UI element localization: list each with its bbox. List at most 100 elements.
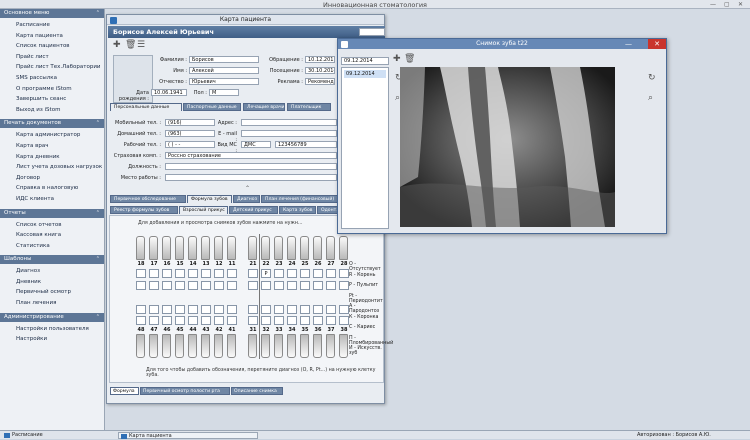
xray-image[interactable] [400, 67, 615, 227]
tooth-cell[interactable] [274, 316, 284, 325]
sidebar-item[interactable]: Завершить сеанс [0, 94, 104, 105]
tooth-cell[interactable] [214, 316, 224, 325]
tooth-cell[interactable] [188, 281, 198, 290]
sidebar-section-header[interactable]: Основное меню ⌃ [0, 9, 104, 18]
tooth[interactable] [201, 334, 210, 358]
tooth[interactable] [136, 236, 145, 260]
sidebar-item[interactable]: Список отчетов [0, 220, 104, 231]
sidebar-item[interactable]: SMS рассылка [0, 73, 104, 84]
tab-top-tabs[interactable]: Персональные данные [110, 103, 182, 111]
tooth-cell[interactable] [201, 281, 211, 290]
task-patient-card[interactable]: Карта пациента [118, 432, 258, 439]
tooth-cell[interactable] [261, 305, 271, 314]
tooth[interactable] [214, 236, 223, 260]
tooth[interactable] [227, 236, 236, 260]
tooth[interactable] [261, 334, 270, 358]
work-phone-field[interactable]: ( ) - - [165, 141, 215, 148]
tooth[interactable] [248, 236, 257, 260]
sidebar-item[interactable]: О программе iStom [0, 84, 104, 95]
sidebar-item[interactable]: Расписание [0, 20, 104, 31]
tab-mid-tabs[interactable]: Первичное обследование [110, 195, 186, 203]
tab-bottom-tabs[interactable]: Первичный осмотр полости рта [140, 387, 230, 395]
sidebar-item[interactable]: Диагноз [0, 266, 104, 277]
tooth-cell[interactable] [248, 269, 258, 278]
date-select[interactable]: 09.12.2014 [341, 57, 389, 65]
tooth-cell[interactable] [339, 281, 349, 290]
tooth[interactable] [326, 334, 335, 358]
sidebar-item[interactable]: Прайс лист [0, 52, 104, 63]
tooth-cell[interactable] [261, 281, 271, 290]
address-field[interactable] [241, 119, 337, 126]
tooth-cell[interactable] [136, 281, 146, 290]
tooth[interactable] [149, 334, 158, 358]
surname-field[interactable]: Борисов [189, 56, 259, 63]
tooth-cell[interactable] [287, 305, 297, 314]
patronymic-field[interactable]: Юрьевич [189, 78, 259, 85]
tooth[interactable] [339, 334, 348, 358]
zoom-out-icon[interactable]: ⌕ [648, 94, 653, 103]
sidebar-item[interactable]: Выход из iStom [0, 105, 104, 116]
tooth[interactable] [188, 236, 197, 260]
sidebar-item[interactable]: Карта дневник [0, 152, 104, 163]
tab-sub-tabs[interactable]: Детский прикус [229, 206, 278, 214]
tab-top-tabs[interactable]: Лечащие врачи [243, 103, 285, 111]
tooth-cell[interactable] [149, 316, 159, 325]
close-icon[interactable]: ✕ [738, 1, 743, 8]
collapse-chevron-icon[interactable]: ⌃ [245, 185, 250, 192]
sidebar-item[interactable]: Карта администратор [0, 130, 104, 141]
home-phone-field[interactable]: (963) [165, 130, 215, 137]
tooth[interactable] [313, 236, 322, 260]
tab-sub-tabs[interactable]: Взрослый прикус [179, 206, 228, 214]
tooth-cell[interactable] [300, 269, 310, 278]
add-icon[interactable]: ✚ [393, 55, 401, 64]
tooth-cell[interactable] [287, 269, 297, 278]
tooth[interactable] [175, 334, 184, 358]
tooth[interactable] [136, 334, 145, 358]
visit-field[interactable]: 30.10.2014 [305, 67, 335, 74]
tooth[interactable] [227, 334, 236, 358]
tooth-cell[interactable] [339, 269, 349, 278]
tooth-cell[interactable] [149, 281, 159, 290]
sidebar-item[interactable]: Прайс лист Тех.Лаборатории [0, 62, 104, 73]
tooth-cell[interactable] [274, 281, 284, 290]
tab-top-tabs[interactable]: Плательщик [287, 103, 331, 111]
sidebar-item[interactable]: Дневник [0, 277, 104, 288]
chevron-up-icon[interactable]: ⌃ [96, 119, 100, 128]
tooth-cell[interactable] [175, 269, 185, 278]
delete-icon[interactable]: 🗑 [125, 41, 136, 50]
task-schedule[interactable]: Расписание [2, 432, 102, 439]
maximize-icon[interactable]: ▢ [724, 1, 730, 8]
tooth-cell[interactable] [248, 281, 258, 290]
mobile-field[interactable]: (916) [165, 119, 215, 126]
tooth-cell[interactable] [136, 316, 146, 325]
tab-sub-tabs[interactable]: Карта зубов [279, 206, 316, 214]
minimize-icon[interactable]: — [710, 1, 716, 8]
tab-mid-tabs[interactable]: План лечения (финансовый) [261, 195, 341, 203]
tooth-cell[interactable] [313, 269, 323, 278]
patient-search-select[interactable] [359, 28, 385, 36]
sidebar-section-header[interactable]: Печать документов ⌃ [0, 119, 104, 129]
tooth-cell[interactable] [162, 316, 172, 325]
tooth-cell[interactable] [227, 316, 237, 325]
chevron-up-icon[interactable]: ⌃ [96, 313, 100, 322]
insurance-field[interactable]: Россно страхование [165, 152, 337, 159]
sidebar-item[interactable]: Первичный осмотр [0, 287, 104, 298]
tooth[interactable] [287, 236, 296, 260]
position-field[interactable] [165, 163, 337, 170]
sidebar-section-header[interactable]: Шаблоны ⌃ [0, 255, 104, 265]
tooth-cell[interactable] [326, 316, 336, 325]
tooth-cell[interactable] [300, 305, 310, 314]
tooth-cell[interactable] [227, 269, 237, 278]
tooth[interactable] [214, 334, 223, 358]
email-field[interactable] [241, 130, 337, 137]
tooth[interactable] [274, 236, 283, 260]
tooth[interactable] [326, 236, 335, 260]
tooth-cell[interactable] [149, 269, 159, 278]
sidebar-section-header[interactable]: Отчеты ⌃ [0, 208, 104, 218]
tooth-cell[interactable] [175, 281, 185, 290]
chevron-up-icon[interactable]: ⌃ [96, 255, 100, 264]
sidebar-item[interactable]: Карта врач [0, 141, 104, 152]
tooth-cell[interactable] [201, 316, 211, 325]
tooth-cell[interactable] [149, 305, 159, 314]
tab-sub-tabs[interactable]: Реестр формулы зубов [110, 206, 178, 214]
